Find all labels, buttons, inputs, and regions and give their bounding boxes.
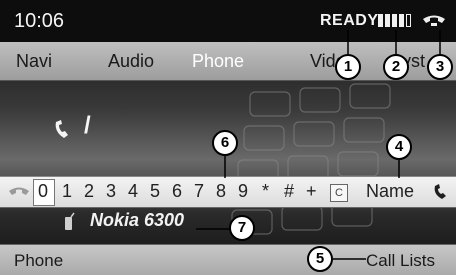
call-handset-icon [55,120,68,138]
keypad-background-image [231,83,391,235]
phone-screen: 10:06 READY Navi Audio Phone Video Syst [0,0,456,275]
callout-6: 6 [212,130,238,156]
dial-key-3[interactable]: 3 [106,181,116,202]
dial-key-plus[interactable]: + [306,181,317,202]
menu-audio[interactable]: Audio [108,51,154,72]
hang-up-icon[interactable] [8,185,30,199]
callout-4: 4 [386,134,412,160]
handset-icon [423,15,445,26]
call-icon[interactable] [432,183,452,201]
menu-navi[interactable]: Navi [16,51,52,72]
clock: 10:06 [14,10,65,32]
dial-key-9[interactable]: 9 [238,181,248,202]
dial-key-0[interactable]: 0 [38,181,48,202]
name-button[interactable]: Name [366,181,414,202]
dial-key-hash[interactable]: # [284,181,294,202]
dial-key-4[interactable]: 4 [128,181,138,202]
connected-device-name: Nokia 6300 [90,210,185,230]
phone-label: Phone [14,251,64,270]
menu-phone[interactable]: Phone [192,51,244,72]
signal-strength-icon [378,14,411,27]
dial-key-2[interactable]: 2 [84,181,94,202]
dial-key-6[interactable]: 6 [172,181,182,202]
callout-2: 2 [383,54,409,80]
status-bar: 10:06 READY [0,0,456,42]
callout-3: 3 [427,54,453,80]
callout-7: 7 [229,215,255,241]
dial-key-7[interactable]: 7 [194,181,204,202]
callout-1: 1 [335,54,361,80]
dial-bar: 0 1 2 3 4 5 6 7 8 9 * # + C Name [0,176,456,208]
dial-key-8[interactable]: 8 [216,181,226,202]
dial-key-star[interactable]: * [262,181,269,202]
call-entry: / [84,112,91,139]
dial-key-5[interactable]: 5 [150,181,160,202]
ready-indicator: READY [320,12,379,29]
callout-5: 5 [307,246,333,272]
bottom-bar: Phone Call Lists [0,244,456,275]
clear-icon[interactable]: C [330,184,348,202]
dial-key-1[interactable]: 1 [62,181,72,202]
call-lists-button[interactable]: Call Lists [366,251,435,271]
mobile-phone-icon [65,212,75,230]
